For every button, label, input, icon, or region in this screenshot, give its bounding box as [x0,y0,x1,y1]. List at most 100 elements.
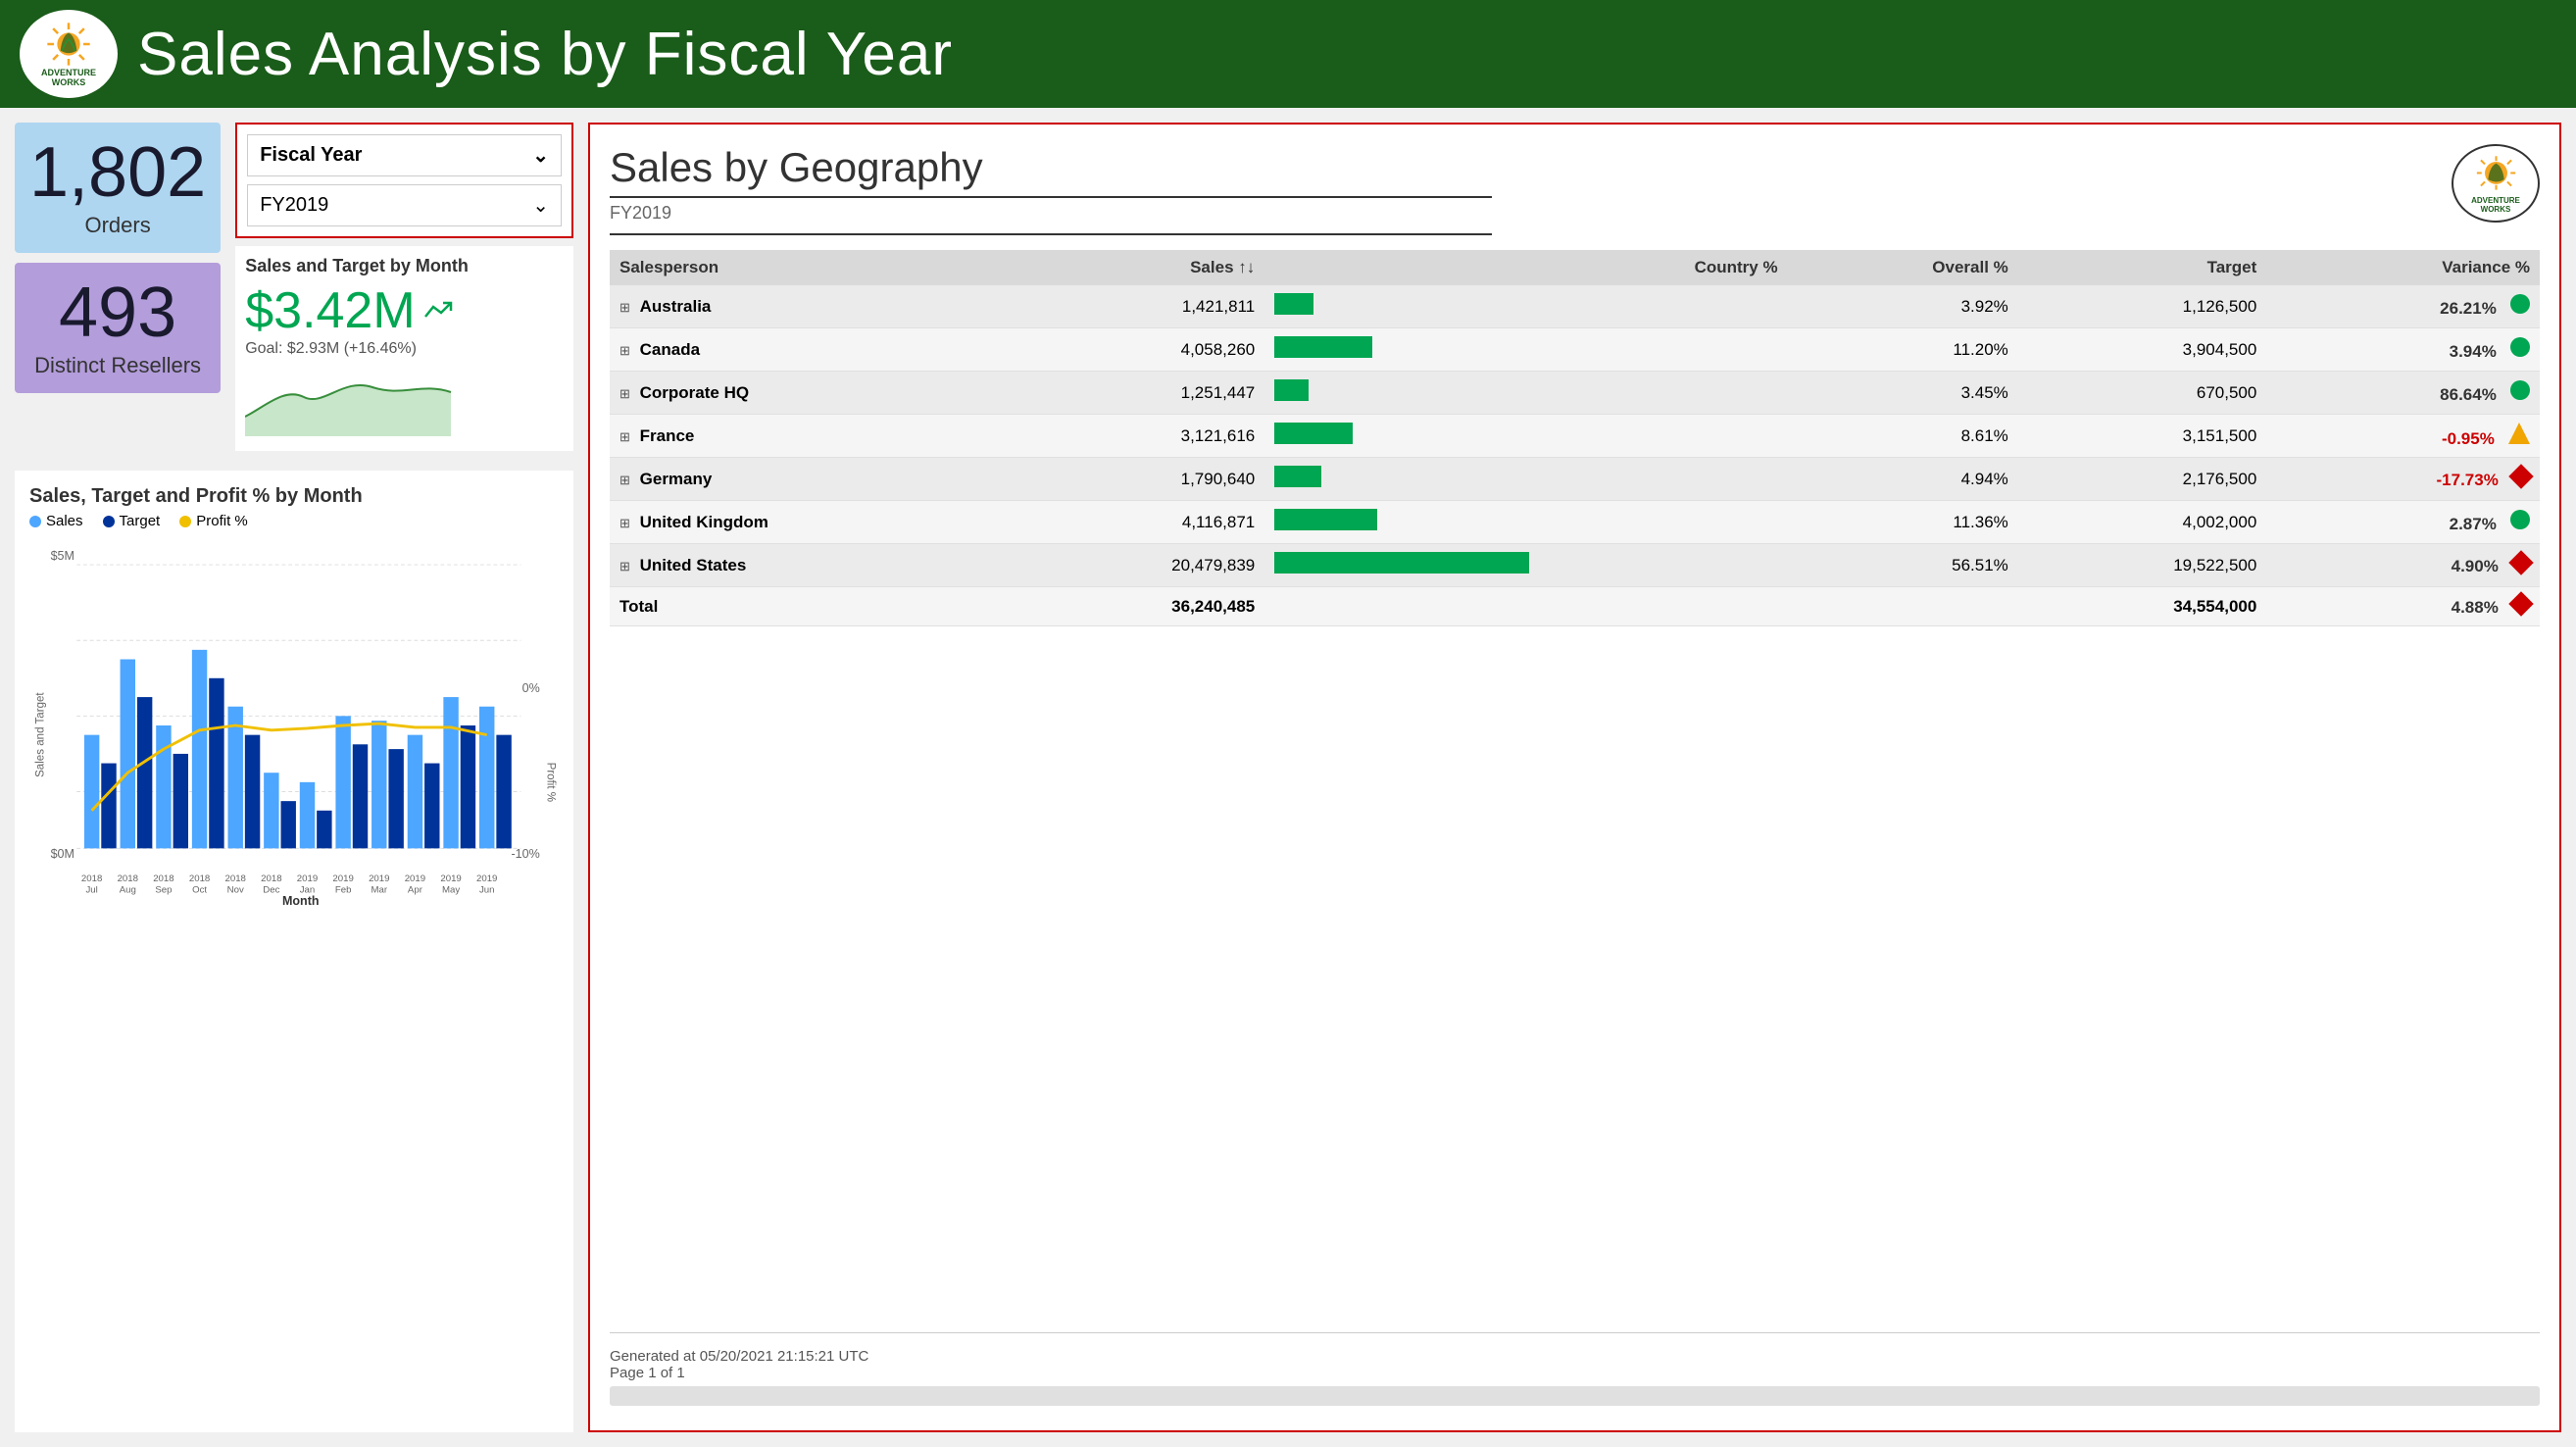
cell-variance: -0.95% [2266,415,2540,458]
svg-text:0%: 0% [522,681,540,695]
table-row: ⊞ Corporate HQ 1,251,447 3.45% 670,500 8… [610,372,2540,415]
cell-salesperson: ⊞ Corporate HQ [610,372,1016,415]
cell-target: 4,002,000 [2018,501,2267,544]
mini-chart [245,358,564,436]
fiscal-year-value[interactable]: FY2019 ⌄ [247,184,562,226]
page-title: Sales Analysis by Fiscal Year [137,20,953,89]
geo-footer: Generated at 05/20/2021 21:15:21 UTCPage… [610,1332,2540,1381]
profit-legend-label: Profit % [196,513,248,529]
svg-text:May: May [442,885,460,896]
cell-bar [1264,372,1539,415]
geography-panel: Sales by Geography FY2019 ADVENTU [588,123,2561,1432]
logo-icon [44,20,93,69]
target-legend-dot [103,516,115,527]
trend-icon [423,299,453,324]
cell-country-pct [1539,372,1787,415]
top-section: 1,802 Orders 493 Distinct Resellers Fisc… [15,123,573,451]
table-row: ⊞ Germany 1,790,640 4.94% 2,176,500 -17.… [610,458,2540,501]
cell-sales: 36,240,485 [1016,587,1265,626]
svg-text:Profit %: Profit % [544,763,556,802]
chart-section: Sales, Target and Profit % by Month Sale… [15,471,573,1432]
scrollbar[interactable] [610,1386,2540,1406]
cell-bar [1264,328,1539,372]
cell-overall-pct: 8.61% [1788,415,2018,458]
svg-text:Dec: Dec [263,885,279,896]
cell-bar [1264,501,1539,544]
sales-amount: $3.42M [245,281,415,340]
cell-variance: 4.90% [2266,544,2540,587]
svg-text:2018: 2018 [153,873,173,884]
cell-country-pct [1539,415,1787,458]
svg-text:Month: Month [282,894,320,908]
cell-sales: 3,121,616 [1016,415,1265,458]
svg-text:-10%: -10% [511,847,539,861]
chart-legend: Sales Target Profit % [29,513,559,529]
cell-sales: 20,479,839 [1016,544,1265,587]
cell-overall-pct: 56.51% [1788,544,2018,587]
chart-area: $5M $0M 0% -10% [29,539,559,912]
svg-text:2018: 2018 [225,873,246,884]
geo-logo: ADVENTUREWORKS [2452,144,2540,223]
svg-text:2018: 2018 [261,873,281,884]
orders-label: Orders [84,213,150,238]
cell-country-pct [1539,458,1787,501]
cell-sales: 1,421,811 [1016,285,1265,328]
svg-text:Sales and Target: Sales and Target [34,692,46,777]
svg-text:Feb: Feb [335,885,352,896]
svg-text:2019: 2019 [476,873,497,884]
cell-variance: 2.87% [2266,501,2540,544]
cell-variance: 4.88% [2266,587,2540,626]
resellers-value: 493 [59,277,176,348]
col-variance: Variance % [2266,250,2540,285]
cell-salesperson: Total [610,587,1016,626]
geo-subtitle: FY2019 [610,203,1492,235]
cell-country-pct [1539,501,1787,544]
svg-text:2018: 2018 [81,873,102,884]
col-overall-pct: Overall % [1788,250,2018,285]
cell-bar [1264,285,1539,328]
legend-profit: Profit % [179,513,248,529]
geo-logo-icon [2469,153,2523,197]
fiscal-year-selector[interactable]: Fiscal Year ⌄ FY2019 ⌄ [235,123,573,238]
cell-country-pct [1539,587,1787,626]
table-header-row: Salesperson Sales ↑↓ Country % Overall %… [610,250,2540,285]
cell-overall-pct [1788,587,2018,626]
sales-goal: Goal: $2.93M (+16.46%) [245,340,564,358]
logo: ADVENTUREWORKS [20,10,118,98]
cell-target: 34,554,000 [2018,587,2267,626]
cell-country-pct [1539,544,1787,587]
col-sales[interactable]: Sales ↑↓ [1016,250,1265,285]
fiscal-year-dropdown[interactable]: Fiscal Year ⌄ [247,134,562,176]
geo-header: Sales by Geography FY2019 ADVENTU [610,144,2540,245]
cell-variance: 86.64% [2266,372,2540,415]
svg-text:Mar: Mar [371,885,387,896]
chevron-down-icon-2: ⌄ [532,193,549,218]
cell-salesperson: ⊞ United Kingdom [610,501,1016,544]
col-country-pct: Country % [1539,250,1787,285]
legend-sales: Sales [29,513,83,529]
cell-salesperson: ⊞ United States [610,544,1016,587]
geo-title-block: Sales by Geography FY2019 [610,144,1492,245]
cell-sales: 1,251,447 [1016,372,1265,415]
geo-logo-text: ADVENTUREWORKS [2471,197,2520,215]
cell-overall-pct: 11.36% [1788,501,2018,544]
geography-table: Salesperson Sales ↑↓ Country % Overall %… [610,250,2540,626]
svg-text:2018: 2018 [189,873,210,884]
fiscal-year-label: Fiscal Year [260,144,362,167]
cell-bar [1264,458,1539,501]
header: ADVENTUREWORKS Sales Analysis by Fiscal … [0,0,2576,108]
cell-bar [1264,415,1539,458]
fiscal-year-selected: FY2019 [260,194,328,217]
cell-bar [1264,544,1539,587]
svg-text:Jul: Jul [85,885,97,896]
logo-text: ADVENTUREWORKS [41,69,96,88]
svg-text:$0M: $0M [51,847,74,861]
cell-target: 1,126,500 [2018,285,2267,328]
svg-text:2019: 2019 [369,873,389,884]
target-legend-label: Target [120,513,161,529]
cell-overall-pct: 11.20% [1788,328,2018,372]
col-salesperson: Salesperson [610,250,1016,285]
cell-target: 670,500 [2018,372,2267,415]
svg-text:2019: 2019 [332,873,353,884]
cell-sales: 4,116,871 [1016,501,1265,544]
